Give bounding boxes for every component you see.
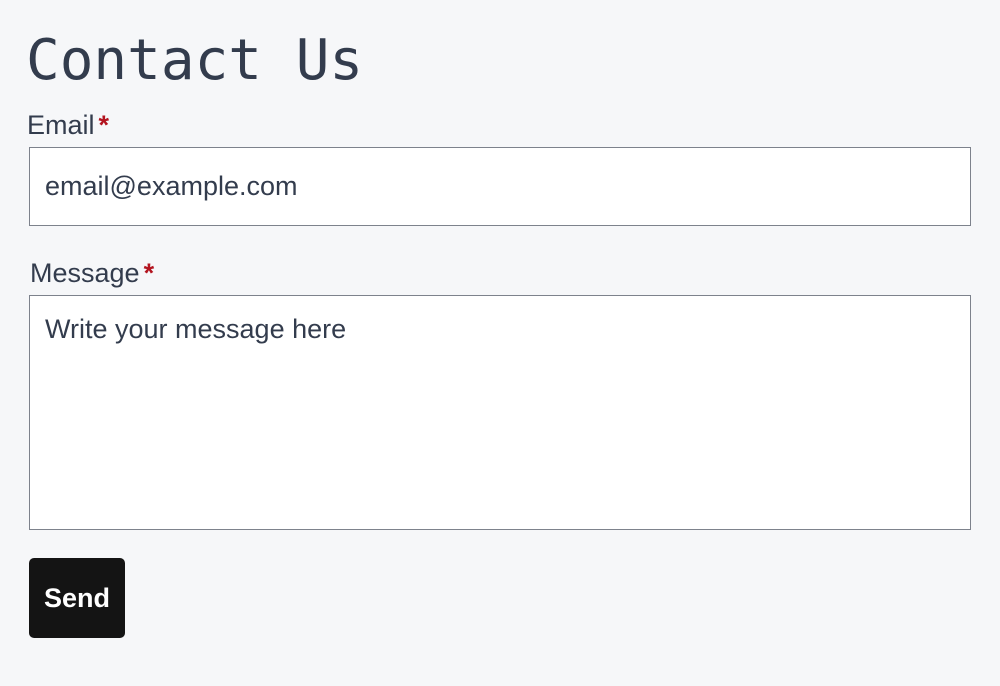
- required-marker: *: [143, 258, 155, 288]
- message-label-text: Message: [30, 258, 140, 288]
- email-label: Email *: [27, 109, 109, 141]
- message-field[interactable]: [29, 295, 971, 530]
- email-label-text: Email: [27, 110, 95, 140]
- page-title: Contact Us: [26, 28, 364, 93]
- email-field[interactable]: [29, 147, 971, 226]
- contact-form-page: Contact Us Email* Message* Send: [0, 0, 1000, 686]
- send-button[interactable]: Send: [29, 558, 125, 638]
- message-label: Message *: [30, 257, 154, 289]
- required-marker: *: [98, 110, 110, 140]
